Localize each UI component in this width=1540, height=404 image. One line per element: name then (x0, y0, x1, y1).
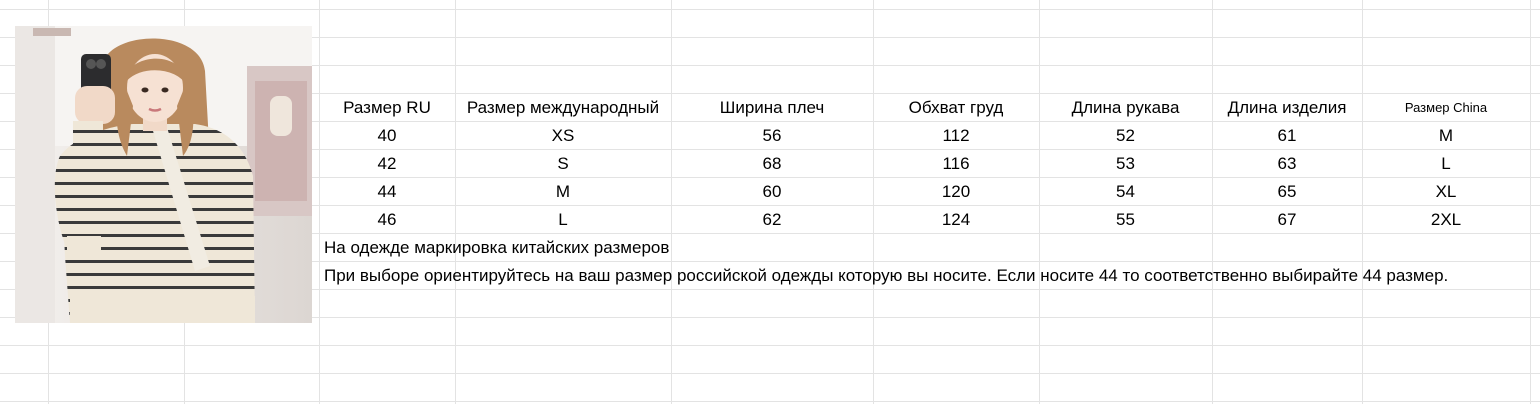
table-cell: 46 (377, 210, 397, 229)
table-cell: 62 (762, 210, 782, 229)
table-cell: M (555, 182, 571, 201)
header-sleeve-length: Длина рукава (1071, 98, 1180, 117)
table-cell: 67 (1277, 210, 1297, 229)
table-cell: XS (551, 126, 575, 145)
table-cell: L (1441, 154, 1451, 173)
header-size-ru: Размер RU (343, 98, 431, 117)
header-item-length: Длина изделия (1227, 98, 1347, 117)
table-cell: 40 (377, 126, 397, 145)
table-cell: 120 (941, 182, 971, 201)
product-photo (15, 26, 312, 323)
table-cell: 112 (942, 126, 970, 145)
note-chinese-sizing: На одежде маркировка китайских размеров (324, 238, 670, 257)
header-size-china: Размер China (1404, 100, 1488, 115)
table-cell: 60 (762, 182, 782, 201)
header-chest: Обхват груд (908, 98, 1004, 117)
table-cell: 63 (1277, 154, 1297, 173)
table-cell: 42 (377, 154, 397, 173)
table-cell: 124 (941, 210, 971, 229)
table-cell: XL (1435, 182, 1457, 201)
table-cell: 53 (1116, 154, 1135, 173)
note-size-advice: При выборе ориентируйтесь на ваш размер … (324, 266, 1449, 285)
table-cell: 68 (762, 154, 782, 173)
table-cell: 55 (1116, 210, 1135, 229)
table-cell: S (557, 154, 569, 173)
table-cell: 52 (1116, 126, 1135, 145)
table-cell: 54 (1116, 182, 1135, 201)
header-shoulder-width: Ширина плеч (719, 98, 825, 117)
table-cell: 56 (762, 126, 782, 145)
table-cell: 2XL (1430, 210, 1462, 229)
table-cell: L (558, 210, 568, 229)
table-cell: 44 (377, 182, 397, 201)
table-cell: 116 (942, 154, 970, 173)
table-cell: 65 (1277, 182, 1297, 201)
table-cell: 61 (1277, 126, 1297, 145)
table-cell: M (1438, 126, 1454, 145)
header-size-international: Размер международный (466, 98, 660, 117)
